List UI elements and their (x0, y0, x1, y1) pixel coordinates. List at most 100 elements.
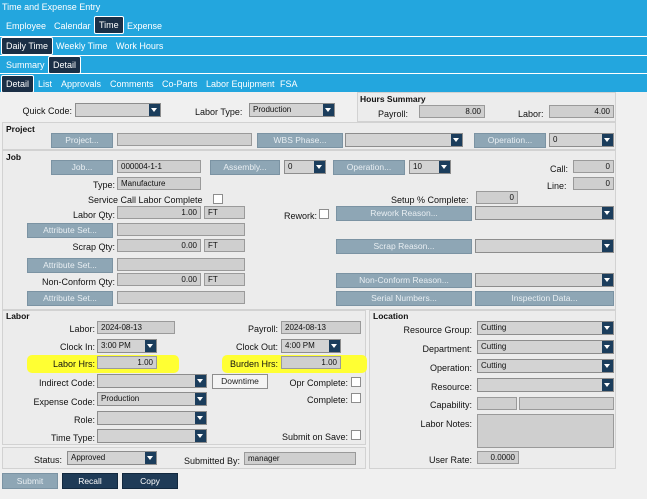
tab-labor-equipment[interactable]: Labor Equipment (202, 76, 279, 92)
submit-button[interactable]: Submit (2, 473, 58, 489)
submit-on-save-label: Submit on Save: (281, 432, 348, 442)
copy-button[interactable]: Copy (122, 473, 178, 489)
labor-type-label: Labor Type: (195, 107, 243, 117)
nonconform-qty-field[interactable]: 0.00 (117, 273, 201, 286)
tab-detail[interactable]: Detail (1, 75, 35, 93)
location-operation-label: Operation: (429, 363, 472, 373)
project-button[interactable]: Project... (51, 133, 113, 148)
role-select[interactable] (97, 411, 207, 425)
chevron-down-icon (197, 434, 203, 438)
tab-detail-view[interactable]: Detail (48, 56, 82, 74)
tab-time[interactable]: Time (94, 16, 124, 34)
scrap-reason-button[interactable]: Scrap Reason... (336, 239, 472, 254)
attribute-set-button-1[interactable]: Attribute Set... (27, 223, 113, 238)
opr-complete-checkbox[interactable] (351, 377, 361, 387)
wbs-phase-select[interactable] (345, 133, 463, 147)
scrap-reason-select[interactable] (475, 239, 614, 253)
submitted-by-field: manager (244, 452, 356, 465)
job-operation-button[interactable]: Operation... (333, 160, 405, 175)
quick-code-label: Quick Code: (22, 106, 72, 116)
attribute-set-field-3 (117, 291, 245, 304)
tab-comments[interactable]: Comments (106, 76, 158, 92)
indirect-code-select[interactable] (97, 374, 207, 388)
submitted-by-label: Submitted By: (183, 456, 240, 466)
assembly-select[interactable]: 0 (284, 160, 326, 174)
scrap-qty-field[interactable]: 0.00 (117, 239, 201, 252)
attribute-set-button-2[interactable]: Attribute Set... (27, 258, 113, 273)
payroll-date-label: Payroll: (247, 324, 278, 334)
payroll-date-field[interactable]: 2024-08-13 (281, 321, 361, 334)
chevron-down-icon (604, 211, 610, 215)
tab-work-hours[interactable]: Work Hours (112, 38, 167, 54)
project-title: Project (6, 124, 35, 134)
rework-reason-select[interactable] (475, 206, 614, 220)
tab-summary[interactable]: Summary (2, 57, 49, 73)
labor-notes-field[interactable] (477, 414, 614, 448)
rework-reason-button[interactable]: Rework Reason... (336, 206, 472, 221)
project-operation-select[interactable]: 0 (549, 133, 614, 147)
job-field[interactable]: 000004-1-1 (117, 160, 201, 173)
rework-checkbox[interactable] (319, 209, 329, 219)
wbs-phase-button[interactable]: WBS Phase... (257, 133, 343, 148)
tab-fsa[interactable]: FSA (276, 76, 302, 92)
clock-out-select[interactable]: 4:00 PM (281, 339, 341, 353)
line-field: 0 (573, 177, 614, 190)
capability-field[interactable] (477, 397, 517, 410)
labor-type-select[interactable]: Production (249, 103, 335, 117)
department-select[interactable]: Cutting (477, 340, 614, 354)
view-nav: Summary Detail (0, 56, 647, 74)
assembly-button[interactable]: Assembly... (210, 160, 280, 175)
quick-code-select[interactable] (75, 103, 161, 117)
call-label: Call: (550, 164, 569, 174)
labor-qty-uom: FT (204, 206, 245, 219)
tab-approvals[interactable]: Approvals (57, 76, 105, 92)
scrap-qty-label: Scrap Qty: (72, 242, 115, 252)
project-field[interactable] (117, 133, 252, 146)
complete-checkbox[interactable] (351, 393, 361, 403)
time-type-select[interactable] (97, 429, 207, 443)
location-operation-select[interactable]: Cutting (477, 359, 614, 373)
clock-in-select[interactable]: 3:00 PM (97, 339, 157, 353)
chevron-down-icon (197, 416, 203, 420)
setup-complete-field[interactable]: 0 (476, 191, 518, 204)
tab-co-parts[interactable]: Co-Parts (158, 76, 202, 92)
expense-code-select[interactable]: Production (97, 392, 207, 406)
labor-date-field[interactable]: 2024-08-13 (97, 321, 175, 334)
labor-qty-label: Labor Qty: (72, 210, 115, 220)
submit-on-save-checkbox[interactable] (351, 430, 361, 440)
tab-calendar[interactable]: Calendar (50, 18, 95, 34)
downtime-button[interactable]: Downtime (212, 374, 268, 389)
window-title: Time and Expense Entry (0, 0, 647, 14)
job-button[interactable]: Job... (51, 160, 113, 175)
chevron-down-icon (604, 138, 610, 142)
labor-hrs-field[interactable]: 1.00 (97, 356, 157, 369)
serial-numbers-button[interactable]: Serial Numbers... (336, 291, 472, 306)
tab-expense[interactable]: Expense (123, 18, 166, 34)
tab-daily-time[interactable]: Daily Time (1, 37, 54, 55)
chevron-down-icon (147, 456, 153, 460)
resource-label: Resource: (430, 382, 472, 392)
tab-weekly-time[interactable]: Weekly Time (52, 38, 111, 54)
opr-complete-label: Opr Complete: (289, 378, 348, 388)
inspection-data-button[interactable]: Inspection Data... (475, 291, 614, 306)
project-operation-button[interactable]: Operation... (474, 133, 546, 148)
nonconform-reason-select[interactable] (475, 273, 614, 287)
user-rate-field[interactable]: 0.0000 (477, 451, 519, 464)
resource-select[interactable] (477, 378, 614, 392)
tab-list[interactable]: List (34, 76, 56, 92)
burden-hrs-field[interactable]: 1.00 (281, 356, 341, 369)
attribute-set-button-3[interactable]: Attribute Set... (27, 291, 113, 306)
resource-group-select[interactable]: Cutting (477, 321, 614, 335)
labor-qty-field[interactable]: 1.00 (117, 206, 201, 219)
recall-button[interactable]: Recall (62, 473, 118, 489)
type-field: Manufacture (117, 177, 201, 190)
detail-nav: Detail List Approvals Comments Co-Parts … (0, 74, 647, 93)
status-select[interactable]: Approved (67, 451, 157, 465)
chevron-down-icon (151, 108, 157, 112)
job-operation-select[interactable]: 10 (409, 160, 451, 174)
chevron-down-icon (197, 397, 203, 401)
nonconform-reason-button[interactable]: Non-Conform Reason... (336, 273, 472, 288)
hs-labor-label: Labor: (518, 109, 544, 119)
tab-employee[interactable]: Employee (2, 18, 50, 34)
service-call-checkbox[interactable] (213, 194, 223, 204)
